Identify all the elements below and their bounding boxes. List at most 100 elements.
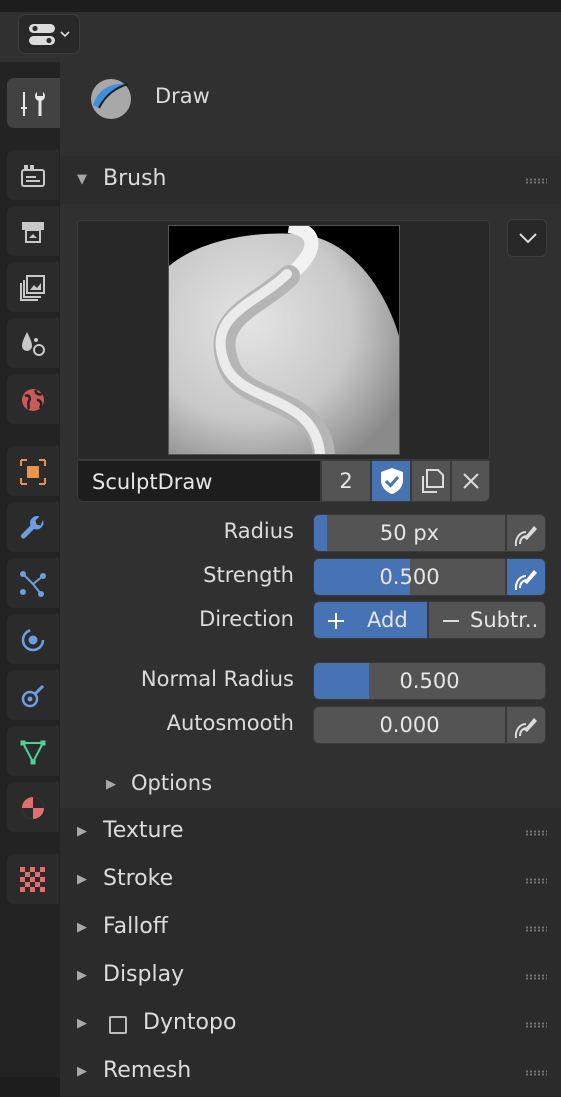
options-subpanel-header[interactable]: ▶ Options: [60, 762, 561, 808]
tab-view-layer[interactable]: [7, 262, 59, 312]
tab-tool[interactable]: [7, 78, 60, 128]
strength-value: 0.500: [379, 565, 440, 589]
top-bar: [0, 0, 561, 62]
unlink-brush-button[interactable]: [451, 460, 490, 502]
minus-icon: [443, 620, 459, 622]
plus-icon: [328, 613, 344, 629]
tab-render[interactable]: [7, 150, 59, 200]
active-brush-header: Draw: [60, 62, 561, 132]
view-layer-icon: [20, 275, 45, 301]
tab-data[interactable]: [7, 726, 59, 776]
brush-datablock-name: SculptDraw: [92, 470, 213, 494]
editor-type-button[interactable]: [18, 14, 80, 54]
strength-pressure-toggle[interactable]: [506, 558, 546, 596]
wrench-icon: [20, 516, 44, 539]
dyntopo-panel-header[interactable]: ▶ Dyntopo: [60, 1000, 561, 1049]
top-bar-edge: [0, 0, 561, 12]
constraints-icon: [21, 684, 45, 708]
active-brush-name: Draw: [155, 84, 210, 108]
world-icon: [22, 389, 44, 411]
normal-radius-value: 0.500: [399, 669, 460, 693]
tab-physics[interactable]: [7, 614, 59, 664]
tab-texture[interactable]: [7, 854, 59, 904]
pen-pressure-icon: [514, 526, 537, 547]
autosmooth-label: Autosmooth: [166, 711, 294, 735]
drag-handle-icon[interactable]: [525, 974, 547, 980]
tab-modifiers[interactable]: [7, 502, 59, 552]
collapse-down-icon: ▼: [77, 172, 87, 187]
direction-subtract-label: Subtr..: [470, 608, 539, 632]
remesh-panel-header[interactable]: ▶ Remesh: [60, 1048, 561, 1097]
strength-slider[interactable]: 0.500: [313, 558, 506, 596]
brush-preview[interactable]: [77, 220, 490, 460]
direction-subtract-button[interactable]: Subtr..: [428, 601, 546, 639]
radius-slider[interactable]: 50 px: [313, 514, 506, 552]
dyntopo-panel-title: Dyntopo: [143, 1010, 237, 1035]
fake-user-toggle[interactable]: [371, 460, 411, 502]
stroke-panel-header[interactable]: ▶ Stroke: [60, 856, 561, 905]
shield-icon: [381, 468, 403, 494]
top-bar-region: [10, 12, 561, 62]
autosmooth-slider[interactable]: 0.000: [313, 706, 506, 744]
falloff-panel-header[interactable]: ▶ Falloff: [60, 904, 561, 953]
normal-radius-slider[interactable]: 0.500: [313, 662, 546, 700]
dyntopo-checkbox[interactable]: [109, 1016, 127, 1034]
tab-output[interactable]: [7, 206, 59, 256]
tab-particles[interactable]: [7, 558, 59, 608]
pen-pressure-icon: [514, 570, 537, 591]
tool-icon: [21, 92, 45, 116]
render-icon: [21, 165, 45, 187]
autosmooth-pressure-toggle[interactable]: [506, 706, 546, 744]
texture-icon: [20, 867, 46, 893]
properties-tabs-sidebar: [0, 62, 60, 1077]
output-icon: [22, 222, 44, 243]
expand-right-icon: ▶: [77, 920, 87, 935]
drag-handle-icon[interactable]: [525, 830, 547, 836]
sculpt-preview-image: [169, 226, 399, 454]
brush-panel-title: Brush: [103, 166, 167, 191]
falloff-panel-title: Falloff: [103, 914, 168, 939]
display-panel-title: Display: [103, 962, 185, 987]
expand-right-icon: ▶: [77, 1016, 87, 1031]
autosmooth-value: 0.000: [379, 713, 440, 737]
duplicate-brush-button[interactable]: [411, 460, 451, 502]
remesh-panel-title: Remesh: [103, 1058, 192, 1083]
tab-constraints[interactable]: [7, 670, 59, 720]
drag-handle-icon[interactable]: [525, 1070, 547, 1076]
expand-right-icon: ▶: [106, 777, 116, 792]
radius-label: Radius: [223, 519, 294, 543]
properties-panel: Draw ▼ Brush SculptDraw 2 Radius 50 px S…: [60, 62, 561, 1097]
physics-icon: [21, 628, 45, 652]
brush-datablock-name-field[interactable]: SculptDraw: [77, 460, 321, 502]
chevron-down-icon: [519, 233, 537, 244]
sculpt-draw-brush-icon: [91, 79, 131, 119]
object-icon: [20, 459, 46, 485]
drag-handle-icon[interactable]: [525, 878, 547, 884]
mesh-data-icon: [20, 740, 46, 765]
tab-material[interactable]: [7, 782, 59, 832]
stroke-panel-title: Stroke: [103, 866, 174, 891]
expand-right-icon: ▶: [77, 872, 87, 887]
direction-label: Direction: [199, 607, 294, 631]
texture-panel-title: Texture: [103, 818, 184, 843]
strength-label: Strength: [203, 563, 294, 587]
drag-handle-icon[interactable]: [525, 178, 547, 184]
tab-object[interactable]: [7, 446, 59, 496]
tab-scene[interactable]: [7, 318, 59, 368]
brush-panel-header[interactable]: ▼ Brush: [60, 156, 561, 204]
texture-panel-header[interactable]: ▶ Texture: [60, 808, 561, 857]
brush-presets-dropdown[interactable]: [507, 219, 547, 257]
pen-pressure-icon: [514, 718, 537, 739]
brush-user-count: 2: [339, 469, 353, 493]
tab-world[interactable]: [7, 374, 59, 424]
drag-handle-icon[interactable]: [525, 1022, 547, 1028]
options-label: Options: [131, 771, 213, 795]
direction-add-button[interactable]: Add: [313, 601, 428, 639]
expand-right-icon: ▶: [77, 824, 87, 839]
direction-add-label: Add: [367, 608, 408, 632]
display-panel-header[interactable]: ▶ Display: [60, 952, 561, 1001]
radius-value: 50 px: [379, 521, 440, 545]
radius-pressure-toggle[interactable]: [506, 514, 546, 552]
drag-handle-icon[interactable]: [525, 926, 547, 932]
brush-user-count-button[interactable]: 2: [321, 460, 371, 502]
